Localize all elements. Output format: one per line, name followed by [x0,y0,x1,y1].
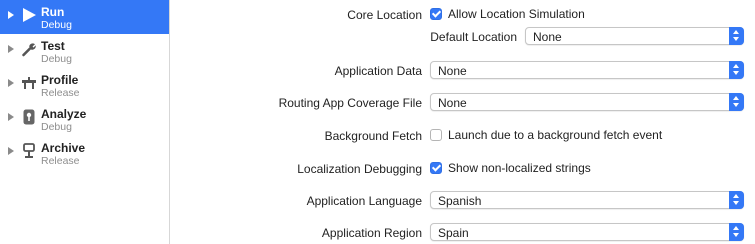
sidebar-item-profile[interactable]: Profile Release [0,68,169,102]
application-language-label: Application Language [306,194,422,208]
instruments-icon [21,75,37,91]
application-language-popup[interactable]: Spanish [430,191,744,209]
checkbox-label: Show non-localized strings [448,161,591,175]
default-location-label: Default Location [430,30,517,44]
popup-value: None [438,64,467,78]
application-data-label: Application Data [334,64,422,78]
checkbox-checked-icon[interactable] [430,8,442,20]
routing-coverage-label: Routing App Coverage File [278,96,422,110]
sidebar-item-archive[interactable]: Archive Release [0,136,169,170]
disclosure-triangle-icon[interactable] [8,113,14,121]
sidebar-item-label: Analyze [41,107,87,121]
disclosure-triangle-icon[interactable] [8,45,14,53]
popup-value: Spain [438,226,469,240]
application-region-label: Application Region [321,226,422,240]
sidebar-item-analyze[interactable]: Analyze Debug [0,102,169,136]
checkbox-checked-icon[interactable] [430,162,442,174]
analyze-icon [21,109,37,125]
application-data-popup[interactable]: None [430,61,744,79]
disclosure-triangle-icon[interactable] [8,147,14,155]
sidebar-item-config: Release [41,155,80,167]
scheme-action-sidebar: Run Debug Test Debug Profile Release Ana… [0,0,170,244]
disclosure-triangle-icon[interactable] [8,11,14,19]
wrench-icon [21,41,37,57]
sidebar-item-label: Archive [41,141,86,155]
sidebar-item-label: Run [41,5,65,19]
sidebar-item-config: Debug [41,121,72,133]
sidebar-item-label: Profile [41,73,79,87]
routing-coverage-popup[interactable]: None [430,93,744,111]
sidebar-item-label: Test [41,39,65,53]
background-fetch-label: Background Fetch [324,129,422,143]
popup-arrows-icon [729,27,744,45]
popup-arrows-icon [729,191,744,209]
popup-value: None [533,30,562,44]
popup-value: None [438,96,467,110]
default-location-popup[interactable]: None [525,27,744,45]
checkbox-label: Allow Location Simulation [448,7,585,21]
sidebar-item-config: Debug [41,19,72,31]
sidebar-item-test[interactable]: Test Debug [0,34,169,68]
popup-arrows-icon [729,223,744,241]
archive-icon [21,143,37,159]
checkbox-label: Launch due to a background fetch event [448,128,663,142]
play-icon [21,7,37,23]
popup-arrows-icon [729,61,744,79]
sidebar-item-run[interactable]: Run Debug [0,0,169,34]
localization-debugging-label: Localization Debugging [297,162,422,176]
popup-arrows-icon [729,93,744,111]
core-location-label: Core Location [347,8,422,22]
disclosure-triangle-icon[interactable] [8,79,14,87]
sidebar-item-config: Debug [41,53,72,65]
sidebar-item-config: Release [41,87,80,99]
popup-value: Spanish [438,194,482,208]
application-region-popup[interactable]: Spain [430,223,744,241]
checkbox-unchecked-icon[interactable] [430,129,442,141]
